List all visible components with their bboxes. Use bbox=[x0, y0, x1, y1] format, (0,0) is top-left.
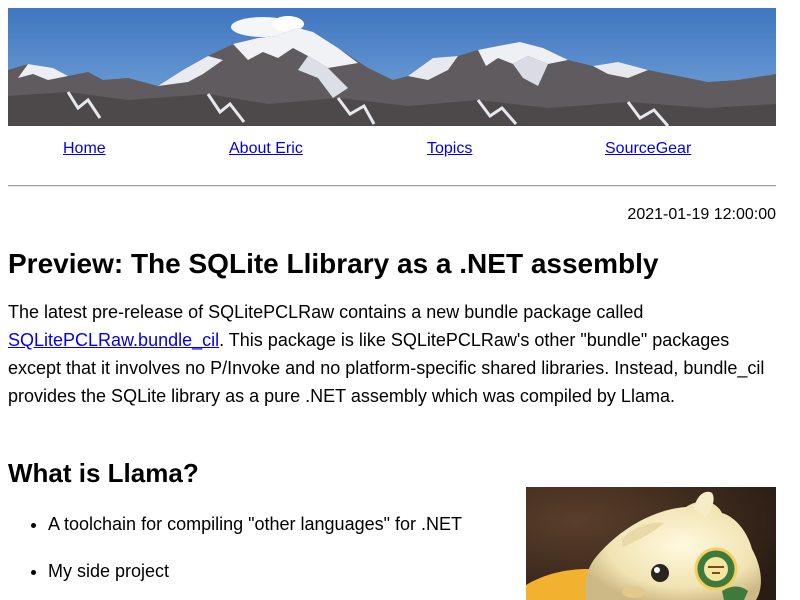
intro-paragraph: The latest pre-release of SQLitePCLRaw c… bbox=[8, 298, 776, 410]
mountain-banner-image bbox=[8, 8, 776, 126]
nav-divider bbox=[8, 185, 776, 187]
nav-link-topics[interactable]: Topics bbox=[427, 140, 472, 158]
site-nav: Home About Eric Topics SourceGear bbox=[8, 140, 776, 164]
nav-link-about-eric[interactable]: About Eric bbox=[229, 140, 303, 158]
nav-link-home[interactable]: Home bbox=[63, 140, 106, 158]
nav-link-sourcegear[interactable]: SourceGear bbox=[605, 140, 691, 158]
post-date: 2021-01-19 12:00:00 bbox=[627, 206, 776, 223]
list-item: My side project bbox=[48, 557, 548, 585]
post-title: Preview: The SQLite Llibrary as a .NET a… bbox=[8, 248, 659, 279]
list-item: A toolchain for compiling "other languag… bbox=[48, 510, 548, 538]
llama-bullet-list: A toolchain for compiling "other languag… bbox=[8, 510, 548, 600]
intro-text-before-link: The latest pre-release of SQLitePCLRaw c… bbox=[8, 302, 644, 322]
section-heading-what-is-llama: What is Llama? bbox=[8, 458, 199, 488]
bundle-cil-link[interactable]: SQLitePCLRaw.bundle_cil bbox=[8, 330, 219, 350]
plush-llama-image bbox=[526, 487, 776, 600]
